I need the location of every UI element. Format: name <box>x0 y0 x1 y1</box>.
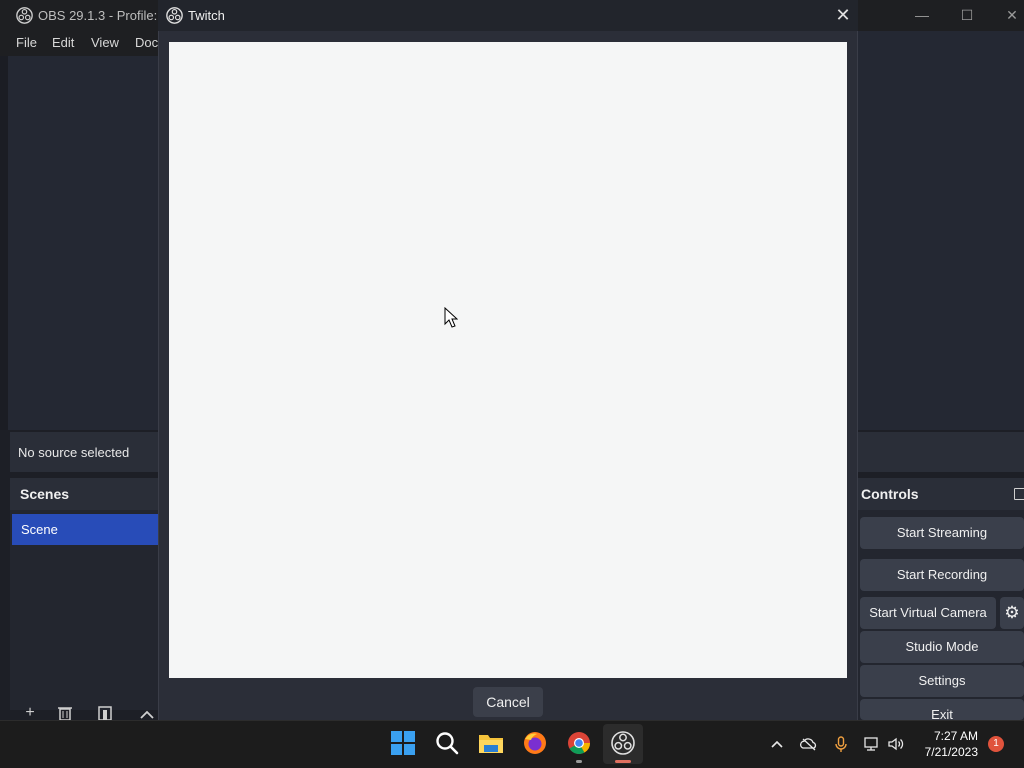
obs-logo-icon <box>166 7 183 24</box>
obs-logo-icon <box>16 7 33 24</box>
twitch-login-webview[interactable] <box>169 42 847 678</box>
notification-badge[interactable]: 1 <box>988 736 1004 752</box>
dialog-close-button[interactable]: ✕ <box>832 4 854 26</box>
scenes-title: Scenes <box>20 486 70 502</box>
menu-file[interactable]: File <box>16 35 37 50</box>
dialog-title: Twitch <box>188 8 225 23</box>
undock-icon[interactable] <box>1014 488 1024 500</box>
clock-date[interactable]: 7/21/2023 <box>918 745 978 759</box>
maximize-button[interactable]: ☐ <box>950 4 984 26</box>
menu-edit[interactable]: Edit <box>52 35 74 50</box>
preview-area-right <box>858 31 1024 430</box>
obs-window-title: OBS 29.1.3 - Profile: Ur <box>38 8 175 23</box>
source-status: No source selected <box>18 445 130 460</box>
controls-title: Controls <box>861 486 919 502</box>
scene-item-label: Scene <box>21 522 58 537</box>
chrome-running-indicator <box>576 760 582 763</box>
chevron-up-icon[interactable] <box>139 708 155 720</box>
firefox-icon[interactable] <box>522 730 548 756</box>
filter-icon[interactable] <box>97 706 113 720</box>
search-icon[interactable] <box>434 730 460 756</box>
chrome-icon[interactable] <box>566 730 592 756</box>
file-explorer-icon[interactable] <box>478 730 504 756</box>
add-icon[interactable]: + <box>21 705 39 721</box>
start-recording-button[interactable]: Start Recording <box>860 559 1024 591</box>
minimize-button[interactable]: — <box>905 4 939 26</box>
close-window-button[interactable]: ✕ <box>995 4 1024 26</box>
mouse-cursor-icon <box>444 307 458 328</box>
windows-start-icon[interactable] <box>390 730 416 756</box>
onedrive-offline-icon[interactable] <box>800 735 818 753</box>
network-icon[interactable] <box>863 735 881 753</box>
settings-button[interactable]: Settings <box>860 665 1024 697</box>
obs-icon[interactable] <box>610 730 636 756</box>
virtual-camera-settings-gear-icon[interactable]: ⚙ <box>1000 597 1024 629</box>
source-toolbar-right <box>858 432 1024 472</box>
volume-icon[interactable] <box>887 735 905 753</box>
chevron-up-icon[interactable] <box>768 735 786 753</box>
menu-docks[interactable]: Doc <box>135 35 158 50</box>
dialog-titlebar <box>158 0 858 31</box>
preview-edge <box>0 56 8 430</box>
menu-view[interactable]: View <box>91 35 119 50</box>
studio-mode-button[interactable]: Studio Mode <box>860 631 1024 663</box>
obs-active-indicator <box>615 760 631 763</box>
start-virtual-camera-button[interactable]: Start Virtual Camera <box>860 597 996 629</box>
trash-icon[interactable] <box>57 706 73 720</box>
clock-time[interactable]: 7:27 AM <box>928 729 978 743</box>
preview-area[interactable] <box>0 56 158 430</box>
microphone-icon[interactable] <box>832 735 850 753</box>
start-streaming-button[interactable]: Start Streaming <box>860 517 1024 549</box>
exit-button[interactable]: Exit <box>860 699 1024 720</box>
cancel-button[interactable]: Cancel <box>473 687 543 717</box>
